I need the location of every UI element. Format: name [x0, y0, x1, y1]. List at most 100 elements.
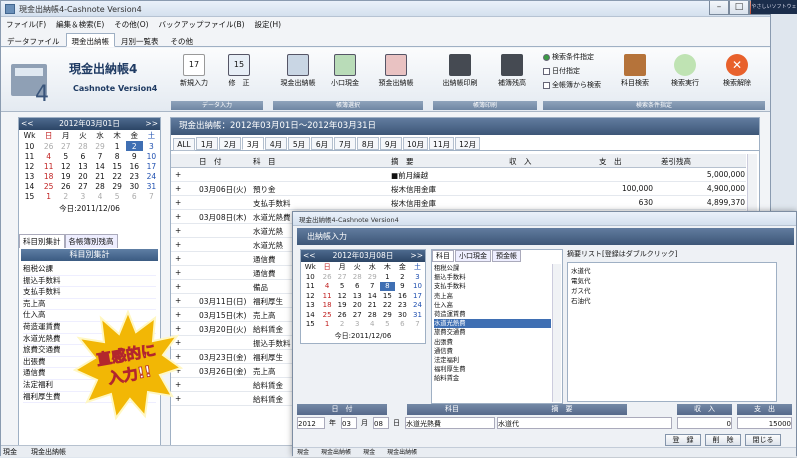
day-cell[interactable]: 4 [91, 191, 108, 201]
expense-field[interactable]: 15000 [737, 417, 792, 429]
day-cell[interactable]: 21 [365, 301, 380, 311]
day-cell[interactable]: 28 [365, 310, 380, 320]
day-cell[interactable]: 3 [350, 320, 365, 330]
new-entry-button[interactable]: 17 新規入力 [173, 52, 215, 96]
day-cell[interactable]: 23 [395, 301, 410, 311]
day-cell[interactable]: 30 [395, 310, 410, 320]
day-cell[interactable]: 3 [74, 191, 91, 201]
cashbook-button[interactable]: 現金出納帳 [275, 52, 321, 96]
subject-item[interactable]: 旅費交通費 [434, 328, 551, 337]
day-cell[interactable]: 15 [380, 291, 395, 301]
day-cell[interactable]: 28 [350, 272, 365, 282]
desc-field[interactable]: 水道代 [497, 417, 672, 429]
close-dialog-button[interactable]: 閉じる [745, 434, 781, 446]
month-tab[interactable]: ALL [173, 138, 195, 151]
tab-cashbook[interactable]: 現金出納帳 [65, 33, 115, 47]
day-cell[interactable]: 25 [320, 310, 335, 320]
day-cell[interactable]: 28 [74, 141, 91, 151]
next-month-button[interactable]: >> [145, 118, 158, 130]
day-cell[interactable]: 5 [57, 151, 74, 161]
menu-edit[interactable]: 編集＆検索(E) [51, 18, 109, 31]
day-field[interactable]: 08 [373, 417, 389, 429]
month-tab[interactable]: 4月 [265, 137, 287, 150]
day-cell[interactable]: 5 [335, 282, 350, 292]
minimize-button[interactable]: – [709, 1, 729, 15]
day-cell[interactable]: 24 [410, 301, 425, 311]
subject-item[interactable]: 出張費 [434, 338, 551, 347]
day-cell[interactable]: 2 [125, 141, 143, 151]
day-cell[interactable]: 18 [320, 301, 335, 311]
subject-item[interactable]: 水道光熱費 [434, 319, 551, 329]
day-cell[interactable]: 11 [320, 291, 335, 301]
desc-item[interactable]: 石油代 [571, 296, 773, 306]
day-cell[interactable]: 22 [109, 171, 126, 181]
day-cell[interactable]: 9 [395, 282, 410, 292]
search-condition-check[interactable]: 検索条件指定 [543, 52, 594, 62]
subject-item[interactable]: 仕入高 [434, 301, 551, 310]
expand-icon[interactable]: + [175, 184, 181, 193]
bank-book-button[interactable]: 預金出納帳 [371, 52, 421, 96]
day-cell[interactable]: 31 [410, 310, 425, 320]
list-item[interactable]: 売上高 [23, 299, 156, 311]
tab-subject-summary[interactable]: 科目別集計 [19, 234, 65, 248]
petty-cash-button[interactable]: 小口現金 [325, 52, 365, 96]
tab-petty[interactable]: 小口現金 [455, 250, 491, 262]
calendar-today[interactable]: 今日:2011/12/06 [19, 203, 160, 214]
month-tab[interactable]: 7月 [334, 137, 356, 150]
month-tab[interactable]: 11月 [429, 137, 455, 150]
day-cell[interactable]: 25 [40, 181, 57, 191]
day-cell[interactable]: 3 [143, 141, 160, 151]
day-cell[interactable]: 15 [109, 161, 126, 171]
day-cell[interactable]: 23 [126, 171, 143, 181]
month-tab[interactable]: 2月 [219, 137, 241, 150]
day-cell[interactable]: 22 [380, 301, 395, 311]
balance-print-button[interactable]: 補簿残高 [489, 52, 535, 96]
search-clear-button[interactable]: ✕ 検索解除 [715, 52, 759, 96]
edit-button[interactable]: 15 修 正 [219, 52, 259, 96]
day-cell[interactable]: 27 [350, 310, 365, 320]
expand-icon[interactable]: + [175, 226, 181, 235]
prev-month-button[interactable]: << [21, 118, 34, 130]
day-cell[interactable]: 26 [320, 272, 335, 282]
day-cell[interactable]: 16 [126, 161, 143, 171]
list-item[interactable]: 振込手数料 [23, 276, 156, 288]
day-cell[interactable]: 28 [91, 181, 108, 191]
tab-monthly[interactable]: 月別一覧表 [115, 33, 165, 47]
print-book-button[interactable]: 出納帳印刷 [435, 52, 485, 96]
income-field[interactable]: 0 [677, 417, 732, 429]
desc-item[interactable]: 電気代 [571, 276, 773, 286]
desc-item[interactable]: ガス代 [571, 286, 773, 296]
day-cell[interactable]: 20 [74, 171, 91, 181]
tab-book-balance[interactable]: 各帳簿別残高 [64, 234, 118, 248]
table-row[interactable]: + 支払手数料 桜木信用金庫 630 4,899,370 [171, 196, 746, 210]
search-run-button[interactable]: 検索実行 [663, 52, 707, 96]
tab-subject[interactable]: 科目 [432, 250, 454, 262]
day-cell[interactable]: 21 [91, 171, 108, 181]
subject-scrollbar[interactable] [552, 264, 561, 402]
menu-settings[interactable]: 設定(H) [250, 18, 287, 31]
dlg-calendar-today[interactable]: 今日:2011/12/06 [301, 331, 425, 341]
day-cell[interactable]: 2 [395, 272, 410, 282]
subject-item[interactable]: 租税公課 [434, 264, 551, 273]
day-cell[interactable]: 8 [109, 151, 126, 161]
day-cell[interactable]: 2 [57, 191, 74, 201]
day-cell[interactable]: 1 [320, 320, 335, 330]
day-cell[interactable]: 10 [410, 282, 425, 292]
expand-icon[interactable]: + [175, 268, 181, 277]
month-tab[interactable]: 8月 [357, 137, 379, 150]
menu-other[interactable]: その他(O) [109, 18, 153, 31]
subject-item[interactable]: 支払手数料 [434, 282, 551, 291]
menu-file[interactable]: ファイル(F) [1, 18, 51, 31]
day-cell[interactable]: 26 [57, 181, 74, 191]
day-cell[interactable]: 13 [74, 161, 91, 171]
day-cell[interactable]: 27 [335, 272, 350, 282]
day-cell[interactable]: 3 [410, 272, 425, 282]
day-cell[interactable]: 6 [126, 191, 143, 201]
subject-item[interactable]: 福利厚生費 [434, 365, 551, 374]
expand-icon[interactable]: + [175, 240, 181, 249]
month-tab[interactable]: 9月 [380, 137, 402, 150]
day-cell[interactable]: 2 [335, 320, 350, 330]
day-cell[interactable]: 14 [365, 291, 380, 301]
day-cell[interactable]: 13 [350, 291, 365, 301]
maximize-button[interactable]: □ [729, 1, 749, 15]
